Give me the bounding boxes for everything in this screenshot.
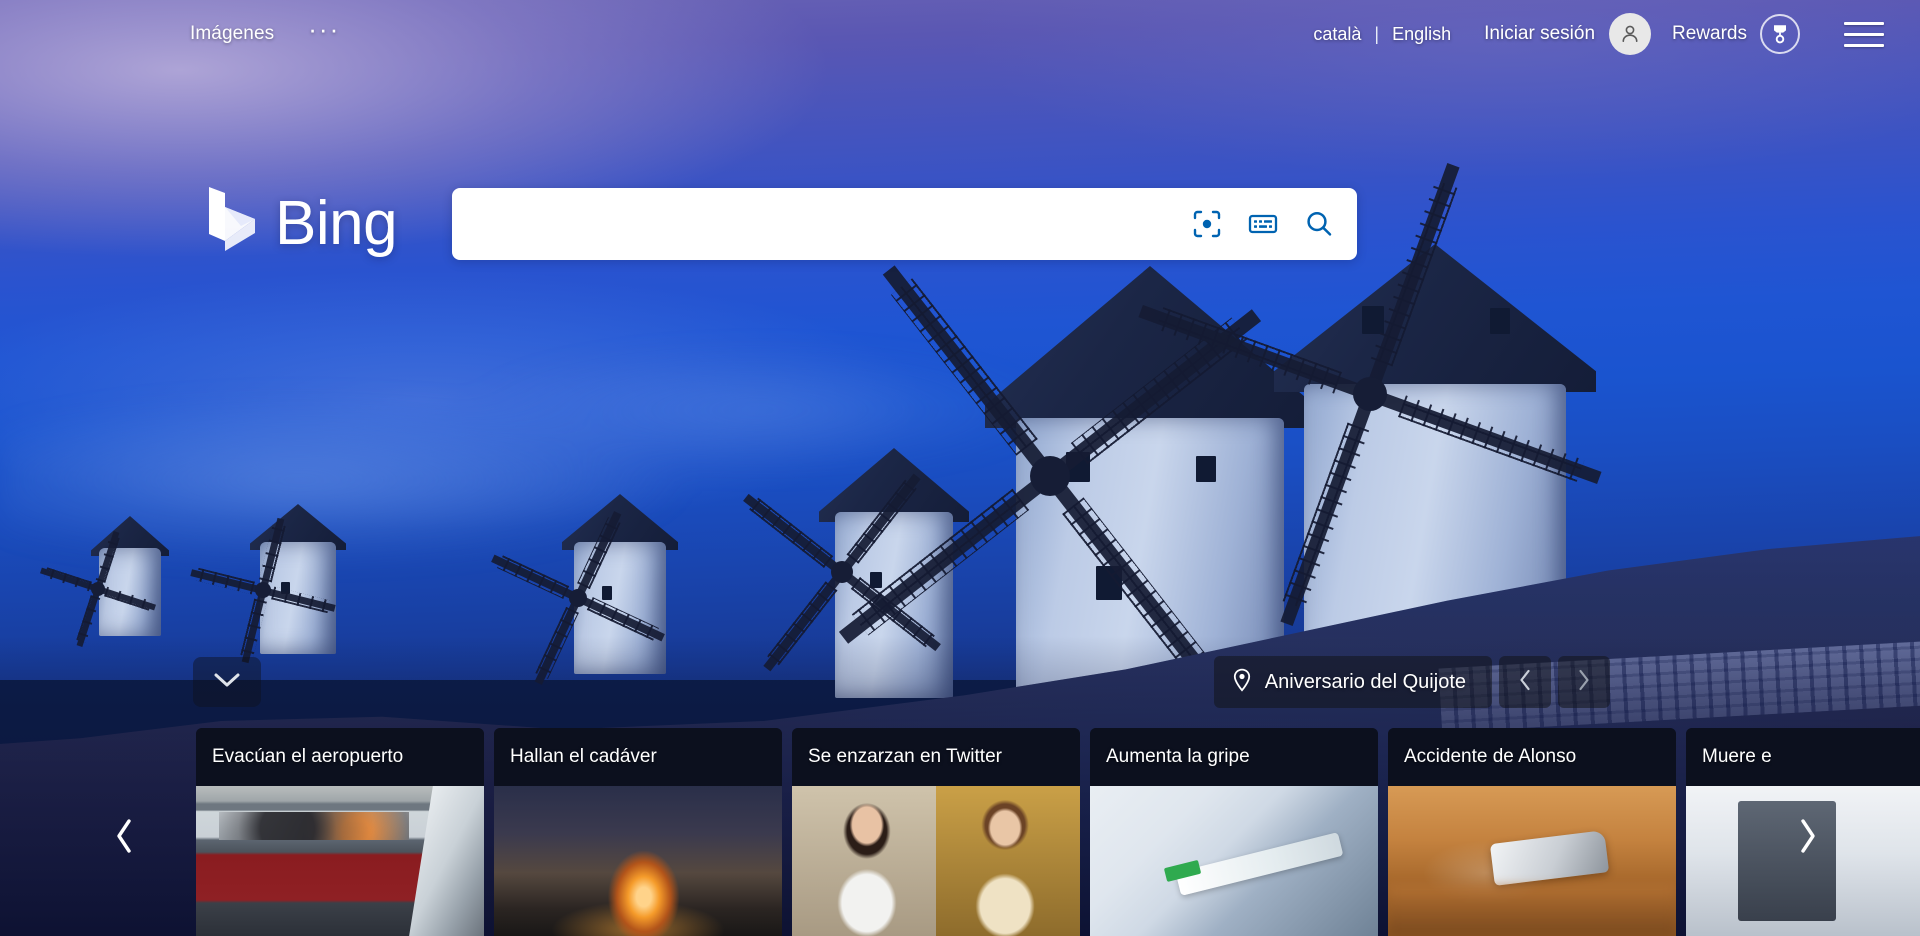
carousel-next-button[interactable] <box>1780 810 1836 866</box>
news-card-title: Se enzarzan en Twitter <box>808 746 1002 768</box>
keyboard-icon[interactable] <box>1235 196 1291 252</box>
news-card-title: Hallan el cadáver <box>510 746 657 768</box>
news-card[interactable]: Evacúan el aeropuerto <box>196 728 484 936</box>
sign-in-link[interactable]: Iniciar sesión <box>1484 23 1595 45</box>
hero-info-title: Aniversario del Quijote <box>1265 671 1466 694</box>
top-navigation-bar: Imágenes ··· català | English Iniciar se… <box>0 0 1920 68</box>
windmill-2 <box>255 504 341 654</box>
search-box[interactable] <box>452 188 1357 260</box>
news-card-thumbnail <box>1388 786 1676 936</box>
bing-logo-icon <box>205 185 261 262</box>
news-card-list: Evacúan el aeropuerto Hallan el cadáver … <box>196 728 1920 936</box>
bing-wordmark: Bing <box>275 193 397 255</box>
language-english[interactable]: English <box>1392 24 1451 45</box>
chevron-right-icon <box>1795 816 1821 861</box>
chevron-down-icon <box>213 671 241 694</box>
person-icon[interactable] <box>1609 13 1651 55</box>
news-card-thumbnail <box>494 786 782 936</box>
thumb-right-half <box>936 786 1080 936</box>
news-card-thumbnail <box>792 786 1080 936</box>
windmill-far-left <box>95 516 165 636</box>
nav-more-icon[interactable]: ··· <box>308 24 340 44</box>
news-card-header: Accidente de Alonso <box>1388 728 1676 786</box>
news-card[interactable]: Hallan el cadáver <box>494 728 782 936</box>
news-card-header: Muere e <box>1686 728 1920 786</box>
hero-info-title-button[interactable]: Aniversario del Quijote <box>1214 656 1492 708</box>
language-catala[interactable]: català <box>1313 24 1361 45</box>
hamburger-icon[interactable] <box>1844 19 1884 49</box>
news-card-header: Aumenta la gripe <box>1090 728 1378 786</box>
news-card-title: Aumenta la gripe <box>1106 746 1250 768</box>
news-card-title: Evacúan el aeropuerto <box>212 746 403 768</box>
right-nav-group: català | English Iniciar sesión Rewards <box>1313 13 1890 55</box>
chevron-right-icon <box>1576 668 1592 697</box>
camera-visual-search-icon[interactable] <box>1179 196 1235 252</box>
rewards-link[interactable]: Rewards <box>1672 23 1747 45</box>
chevron-left-icon <box>1517 668 1533 697</box>
news-card[interactable]: Aumenta la gripe <box>1090 728 1378 936</box>
news-card-header: Hallan el cadáver <box>494 728 782 786</box>
news-card-thumbnail <box>196 786 484 936</box>
language-separator: | <box>1374 24 1379 45</box>
carousel-prev-button[interactable] <box>96 810 152 866</box>
bing-logo[interactable]: Bing <box>205 185 397 262</box>
bing-homepage: Imágenes ··· català | English Iniciar se… <box>0 0 1920 936</box>
search-input[interactable] <box>452 188 1179 260</box>
scroll-down-button[interactable] <box>193 657 261 707</box>
search-magnifier-icon[interactable] <box>1291 196 1347 252</box>
news-card-title: Accidente de Alonso <box>1404 746 1576 768</box>
news-card-header: Evacúan el aeropuerto <box>196 728 484 786</box>
news-card[interactable]: Se enzarzan en Twitter <box>792 728 1080 936</box>
hero-info-bar: Aniversario del Quijote <box>1214 656 1610 708</box>
hero-prev-button[interactable] <box>1499 656 1551 708</box>
bing-logo-block[interactable]: Bing <box>205 185 397 262</box>
news-card-thumbnail <box>1090 786 1378 936</box>
location-pin-icon <box>1232 668 1252 697</box>
medal-icon[interactable] <box>1760 14 1800 54</box>
news-card-title: Muere e <box>1702 746 1772 768</box>
news-card-header: Se enzarzan en Twitter <box>792 728 1080 786</box>
nav-item-imagenes[interactable]: Imágenes <box>190 23 274 45</box>
chevron-left-icon <box>111 816 137 861</box>
left-nav-group: Imágenes ··· <box>190 23 340 45</box>
thumb-left-half <box>792 786 936 936</box>
news-card[interactable]: Accidente de Alonso <box>1388 728 1676 936</box>
news-carousel: Evacúan el aeropuerto Hallan el cadáver … <box>0 720 1920 936</box>
hero-next-button[interactable] <box>1558 656 1610 708</box>
